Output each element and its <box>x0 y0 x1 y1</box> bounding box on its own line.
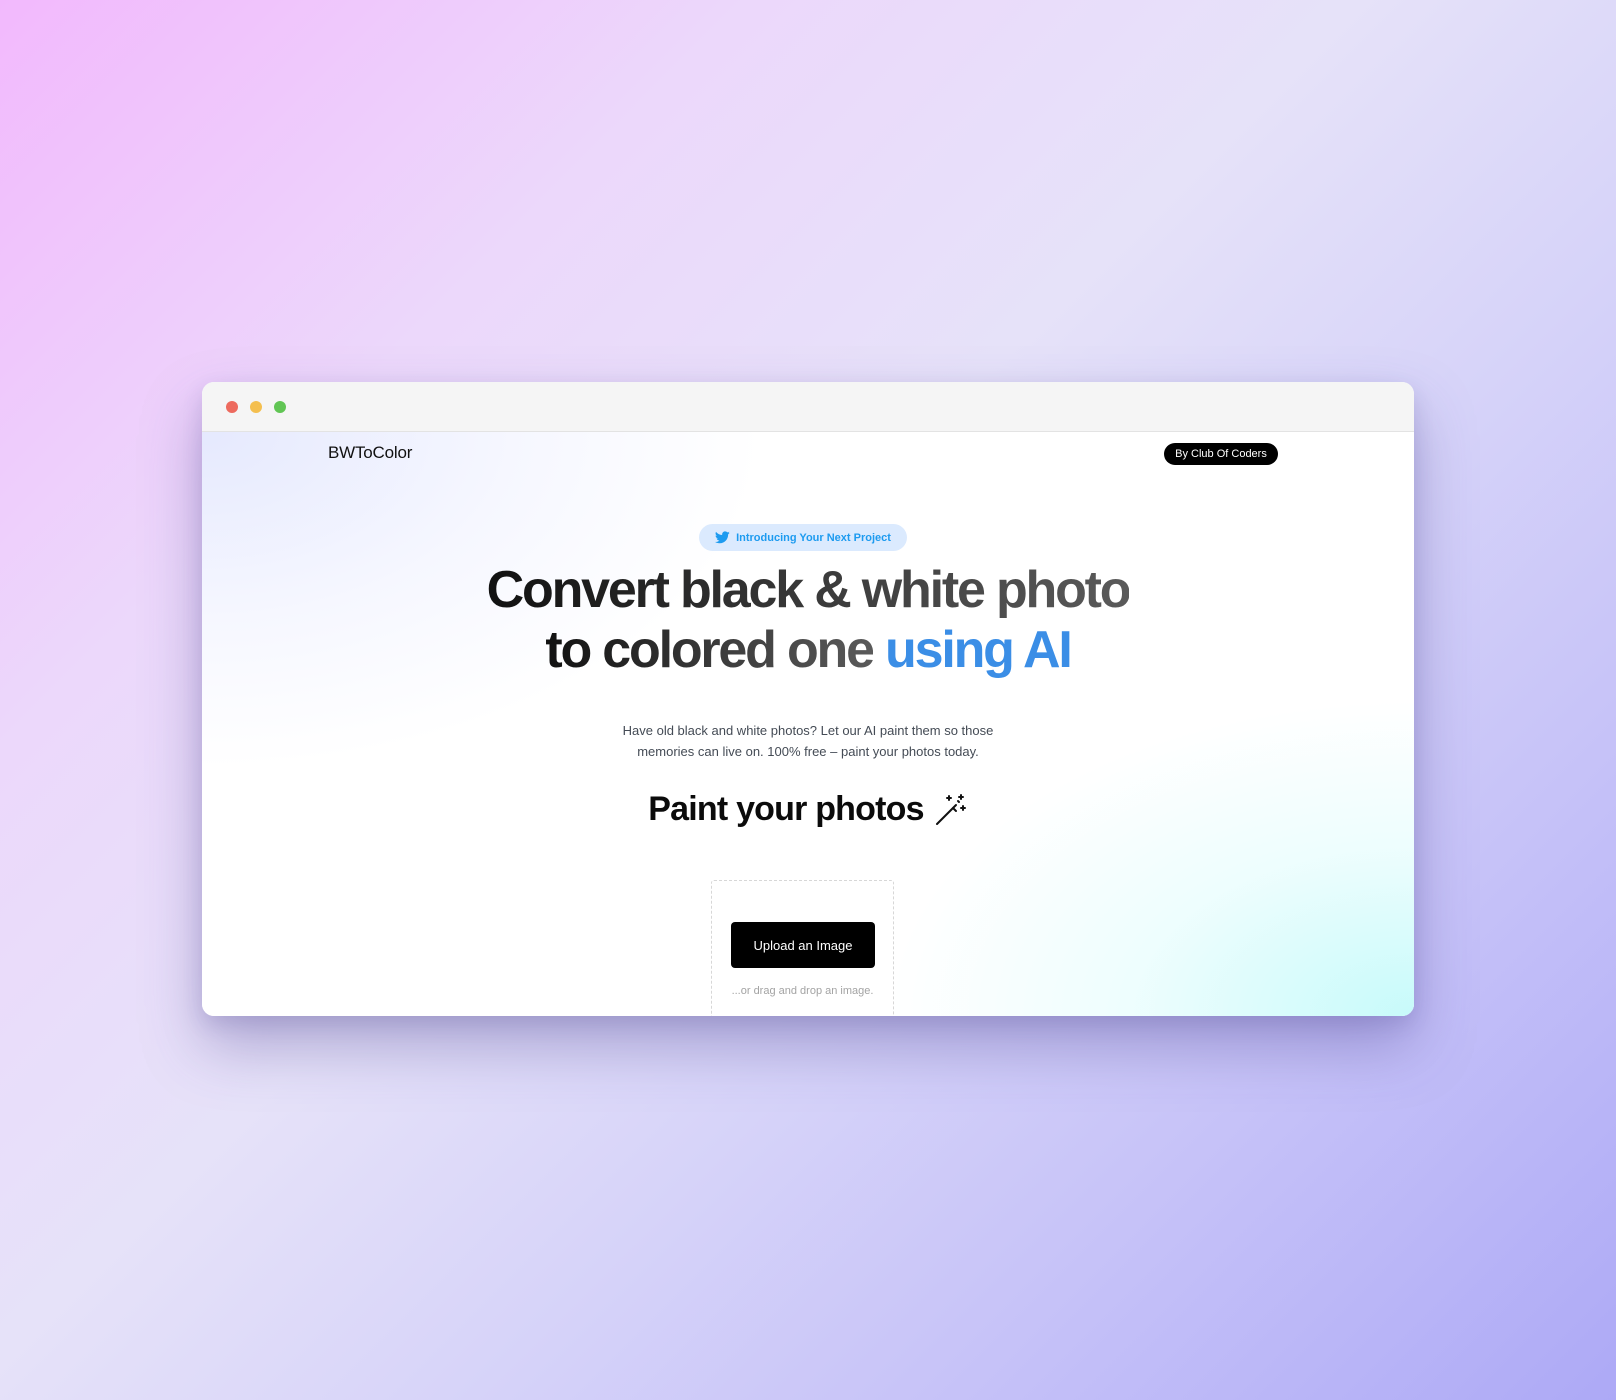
headline-line-1: Convert black & white photo <box>486 561 1132 619</box>
drag-drop-hint: ...or drag and drop an image. <box>731 985 874 997</box>
hero-subtext: Have old black and white photos? Let our… <box>202 720 1414 762</box>
upload-image-button[interactable]: Upload an Image <box>731 922 875 968</box>
brand-logo[interactable]: BWToColor <box>328 443 412 463</box>
window-titlebar <box>202 382 1414 432</box>
minimize-window-button[interactable] <box>250 401 262 413</box>
club-of-coders-badge[interactable]: By Club Of Coders <box>1164 443 1278 465</box>
subtext-line-2: memories can live on. 100% free – paint … <box>637 744 979 759</box>
paint-section-heading: Paint your photos <box>202 790 1414 829</box>
browser-window: BWToColor By Club Of Coders Introducing … <box>202 382 1414 1016</box>
zoom-window-button[interactable] <box>274 401 286 413</box>
hero-headline: Convert black & white photo to colored o… <box>202 560 1414 680</box>
close-window-button[interactable] <box>226 401 238 413</box>
subtext-line-1: Have old black and white photos? Let our… <box>622 723 994 738</box>
twitter-icon <box>715 531 730 544</box>
paint-heading-text: Paint your photos <box>648 790 924 828</box>
intro-pill-link[interactable]: Introducing Your Next Project <box>699 524 907 551</box>
image-dropzone[interactable]: Upload an Image ...or drag and drop an i… <box>711 880 894 1016</box>
headline-line-2-prefix: to colored one <box>545 621 875 679</box>
page-content: BWToColor By Club Of Coders Introducing … <box>202 432 1414 1016</box>
intro-pill-label: Introducing Your Next Project <box>736 531 891 544</box>
headline-line-2-accent: using AI <box>885 621 1073 679</box>
magic-wand-icon <box>934 793 968 827</box>
